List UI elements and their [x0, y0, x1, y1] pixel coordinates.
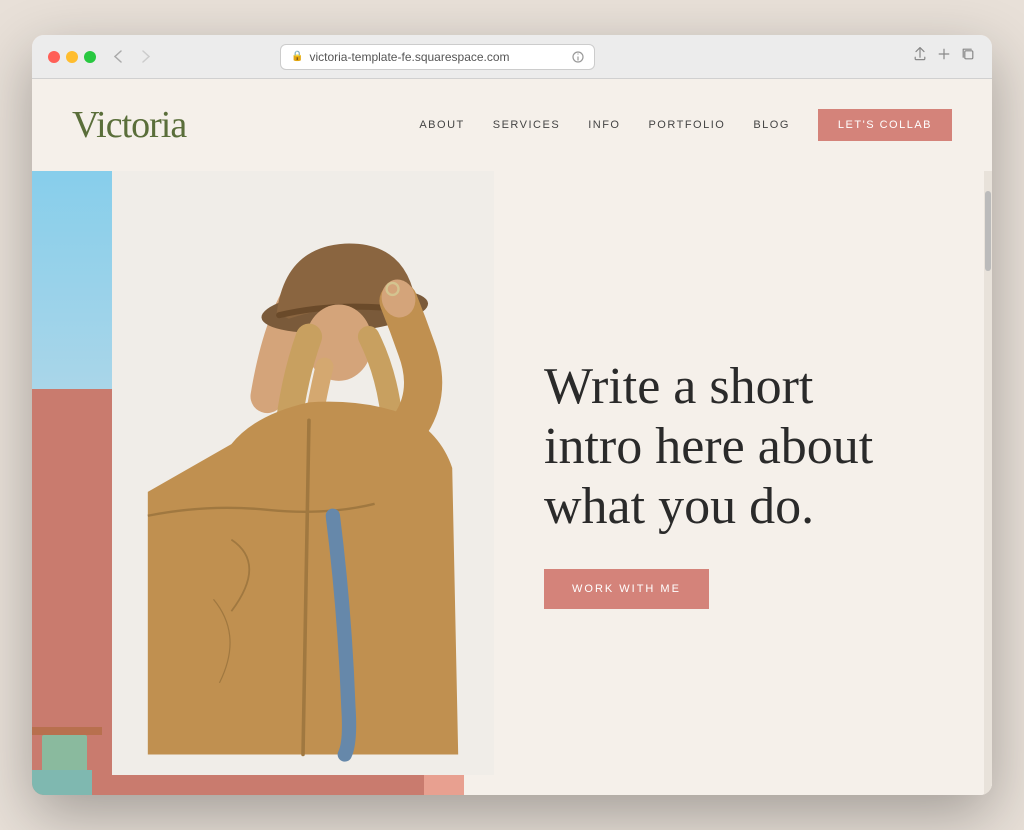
hero-right: Write a short intro here about what you …: [464, 171, 992, 795]
nav-blog[interactable]: BLOG: [753, 119, 790, 131]
hero-heading-text: Write a short intro here about what you …: [544, 358, 873, 535]
close-button[interactable]: [48, 51, 60, 63]
hero-section: Write a short intro here about what you …: [32, 171, 992, 795]
browser-chrome: 🔒 victoria-template-fe.squarespace.com: [32, 35, 992, 79]
nav-portfolio[interactable]: PORTFOLIO: [648, 119, 725, 131]
site-nav: ABOUT SERVICES INFO PORTFOLIO BLOG LET'S…: [419, 109, 952, 141]
nav-services[interactable]: SERVICES: [493, 119, 560, 131]
ledge-detail: [32, 727, 102, 735]
forward-button[interactable]: [136, 47, 156, 67]
browser-nav: [108, 47, 156, 67]
lock-icon: 🔒: [291, 51, 303, 62]
scrollbar-thumb[interactable]: [985, 191, 991, 271]
website-content: Victoria ABOUT SERVICES INFO PORTFOLIO B…: [32, 79, 992, 795]
nav-about[interactable]: ABOUT: [419, 119, 464, 131]
duplicate-button[interactable]: [960, 46, 976, 67]
person-portrait: [112, 171, 494, 775]
teal-detail: [32, 770, 92, 795]
window-detail: [42, 735, 87, 770]
nav-info[interactable]: INFO: [588, 119, 620, 131]
hero-heading: Write a short intro here about what you …: [544, 357, 924, 536]
address-bar[interactable]: 🔒 victoria-template-fe.squarespace.com: [280, 44, 595, 70]
traffic-lights: [48, 51, 96, 63]
lets-collab-button[interactable]: LET'S COLLAB: [818, 109, 952, 141]
browser-window: 🔒 victoria-template-fe.squarespace.com: [32, 35, 992, 795]
share-button[interactable]: [912, 46, 928, 67]
site-header: Victoria ABOUT SERVICES INFO PORTFOLIO B…: [32, 79, 992, 171]
hero-left: [32, 171, 464, 795]
scrollbar[interactable]: [984, 171, 992, 795]
browser-actions: [912, 46, 976, 67]
url-text: victoria-template-fe.squarespace.com: [309, 50, 509, 64]
maximize-button[interactable]: [84, 51, 96, 63]
minimize-button[interactable]: [66, 51, 78, 63]
back-button[interactable]: [108, 47, 128, 67]
site-logo: Victoria: [72, 103, 186, 147]
new-tab-button[interactable]: [936, 46, 952, 67]
person-photo-card: [112, 171, 494, 775]
work-with-me-button[interactable]: WORK WITH ME: [544, 569, 709, 609]
